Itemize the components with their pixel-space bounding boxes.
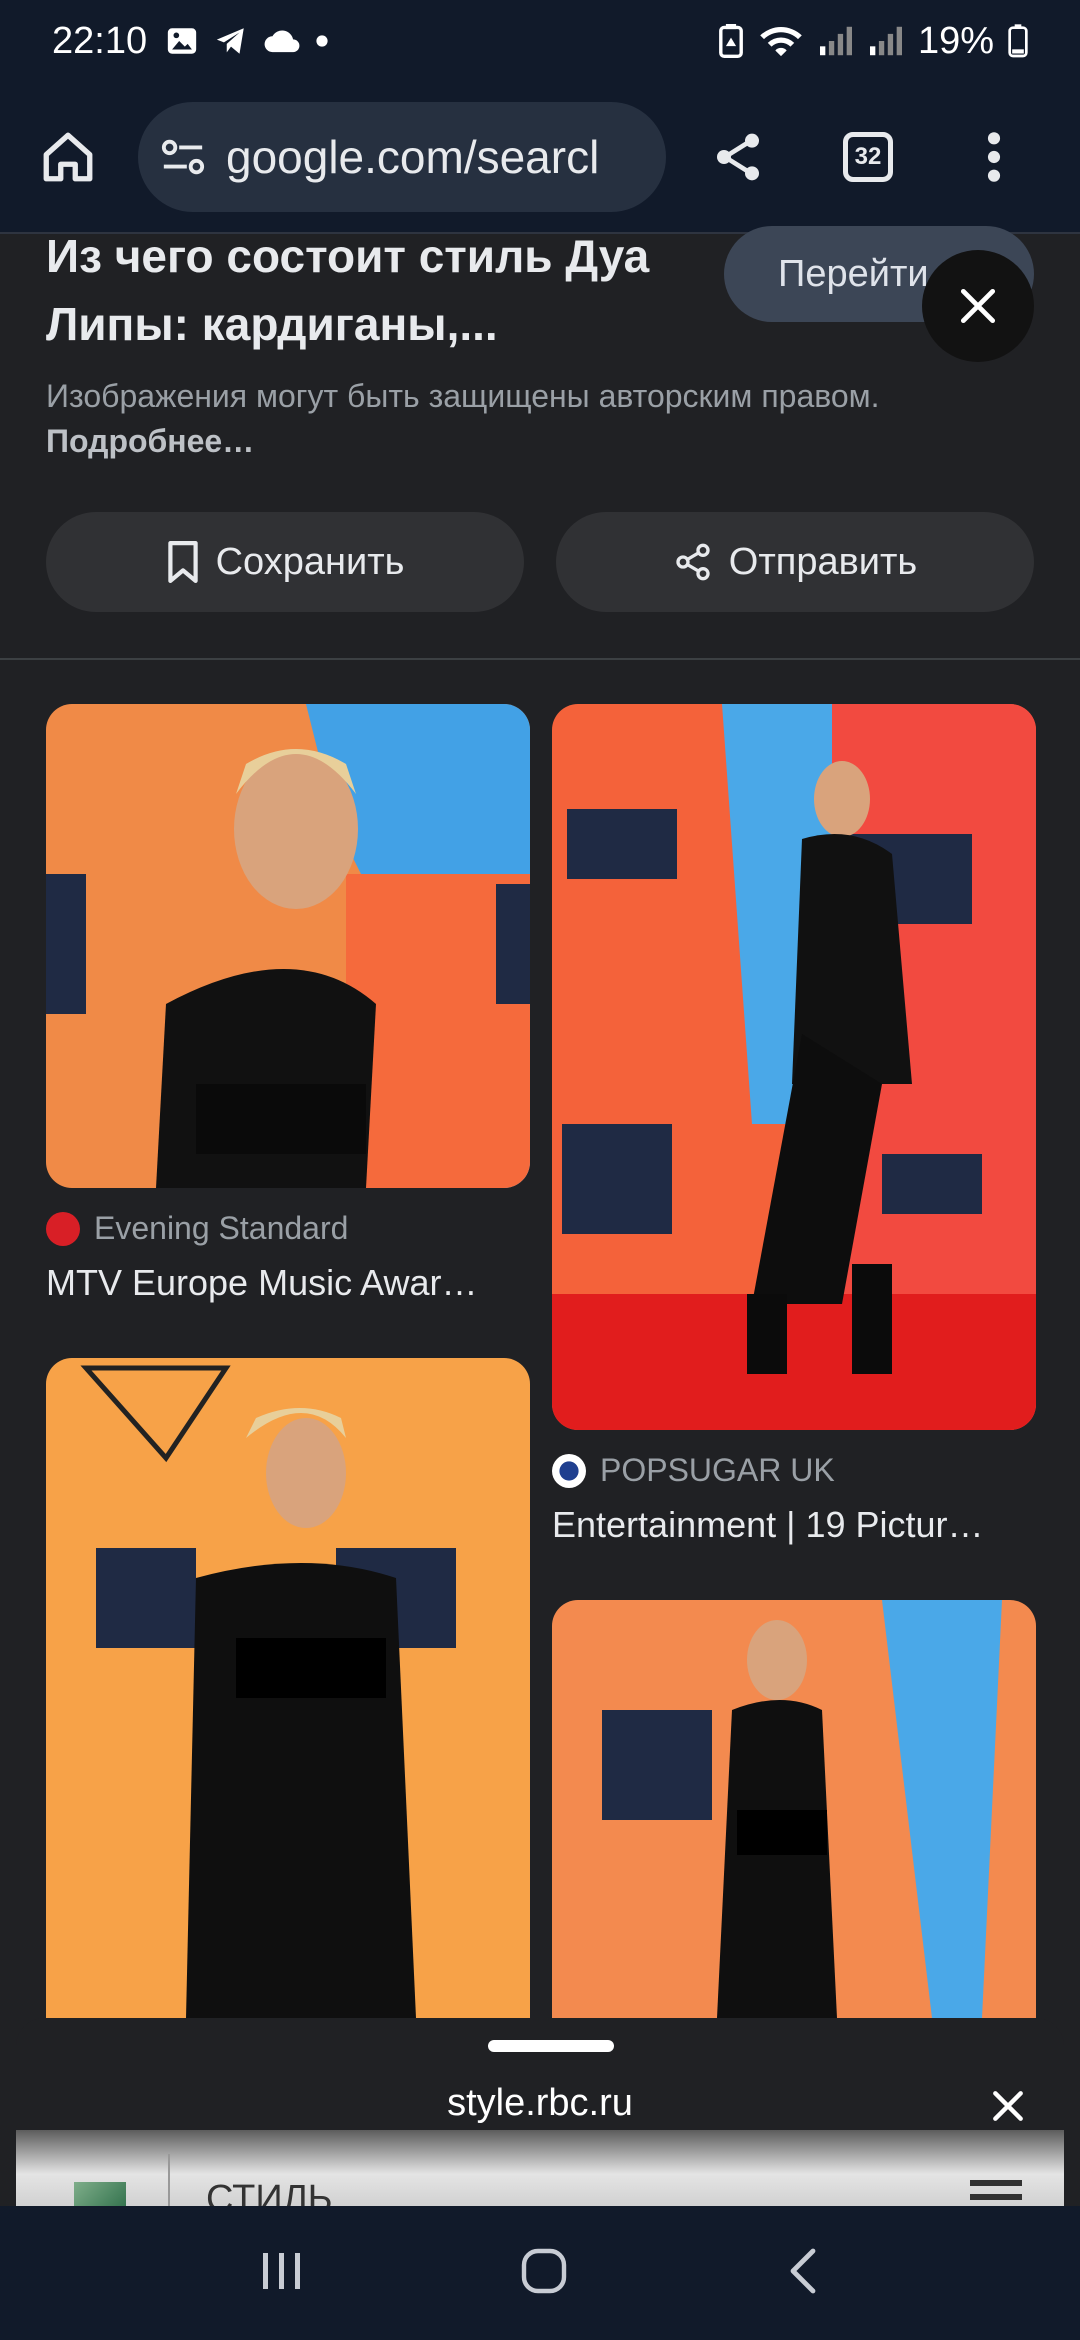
divider (0, 658, 1080, 660)
image-title[interactable]: Из чего состоит стиль Дуа Липы: кардиган… (46, 222, 686, 358)
url-text[interactable]: google.com/searcl (226, 130, 599, 184)
cloud-icon (264, 30, 300, 53)
page-preview[interactable]: СТИЛЬ (16, 2130, 1064, 2210)
back-button[interactable] (783, 2247, 823, 2300)
gallery-icon (167, 28, 197, 54)
system-nav-bar (0, 2206, 1080, 2340)
browser-toolbar: google.com/searcl 32 (0, 82, 1080, 234)
result-image-2[interactable] (552, 704, 1036, 1430)
address-bar[interactable]: google.com/searcl (138, 102, 666, 212)
share-button[interactable]: Отправить (556, 512, 1034, 612)
divider (168, 2154, 170, 2210)
favicon-icon (46, 1211, 80, 1246)
source-name: POPSUGAR UK (600, 1452, 835, 1488)
favicon-icon (552, 1453, 586, 1488)
result-source-2[interactable]: POPSUGAR UK (552, 1452, 835, 1489)
result-caption-1[interactable]: MTV Europe Music Awar… (46, 1262, 546, 1304)
share-label: Отправить (728, 540, 918, 583)
preview-domain: style.rbc.ru (447, 2082, 633, 2124)
result-image-1[interactable] (46, 704, 530, 1188)
recents-icon (263, 2252, 301, 2289)
photo-placeholder (552, 1600, 1036, 2018)
photo-placeholder (552, 704, 1036, 1430)
more-vert-icon (987, 132, 1001, 182)
save-button[interactable]: Сохранить (46, 512, 524, 612)
bookmark-icon (167, 541, 198, 583)
close-icon (960, 288, 996, 324)
result-image-4[interactable] (552, 1600, 1036, 2018)
tab-switcher-button[interactable]: 32 (830, 119, 906, 195)
home-button[interactable] (30, 119, 106, 195)
result-caption-2[interactable]: Entertainment | 19 Pictur… (552, 1504, 1052, 1546)
signal-icon (819, 26, 852, 56)
close-icon (993, 2091, 1023, 2121)
back-icon (790, 2248, 816, 2293)
photo-placeholder (46, 1358, 530, 2018)
source-preview-sheet[interactable]: style.rbc.ru СТИЛЬ (16, 2018, 1064, 2210)
share-page-button[interactable] (700, 119, 776, 195)
site-settings-icon[interactable] (160, 137, 206, 177)
battery-saver-icon (719, 24, 743, 58)
status-bar: 22:10 19% (0, 0, 1080, 82)
telegram-icon (216, 28, 244, 54)
wifi-icon (760, 27, 802, 57)
copyright-notice: Изображения могут быть защищены авторски… (46, 374, 946, 464)
home-circle-icon (521, 2248, 567, 2293)
source-name: Evening Standard (94, 1210, 349, 1246)
signal-icon-2 (869, 26, 902, 56)
menu-button[interactable] (956, 119, 1032, 195)
visit-label: Перейти (778, 252, 929, 295)
save-label: Сохранить (215, 540, 405, 583)
battery-percent: 19% (917, 19, 994, 62)
close-preview-button[interactable] (978, 2076, 1038, 2136)
recents-button[interactable] (257, 2249, 305, 2298)
home-icon (43, 132, 93, 182)
photo-placeholder (46, 704, 530, 1188)
battery-icon (1008, 24, 1028, 58)
result-image-3[interactable] (46, 1358, 530, 2018)
drag-handle[interactable] (488, 2040, 614, 2052)
learn-more-link[interactable]: Подробнее… (46, 423, 254, 459)
tab-count: 32 (843, 132, 893, 182)
result-source-1[interactable]: Evening Standard (46, 1210, 348, 1247)
dot-icon (316, 35, 328, 47)
home-nav-button[interactable] (520, 2247, 568, 2300)
close-panel-button[interactable] (922, 250, 1034, 362)
share-icon (676, 543, 710, 581)
status-time: 22:10 (52, 19, 148, 62)
copyright-text: Изображения могут быть защищены авторски… (46, 378, 880, 414)
share-icon (717, 133, 759, 181)
